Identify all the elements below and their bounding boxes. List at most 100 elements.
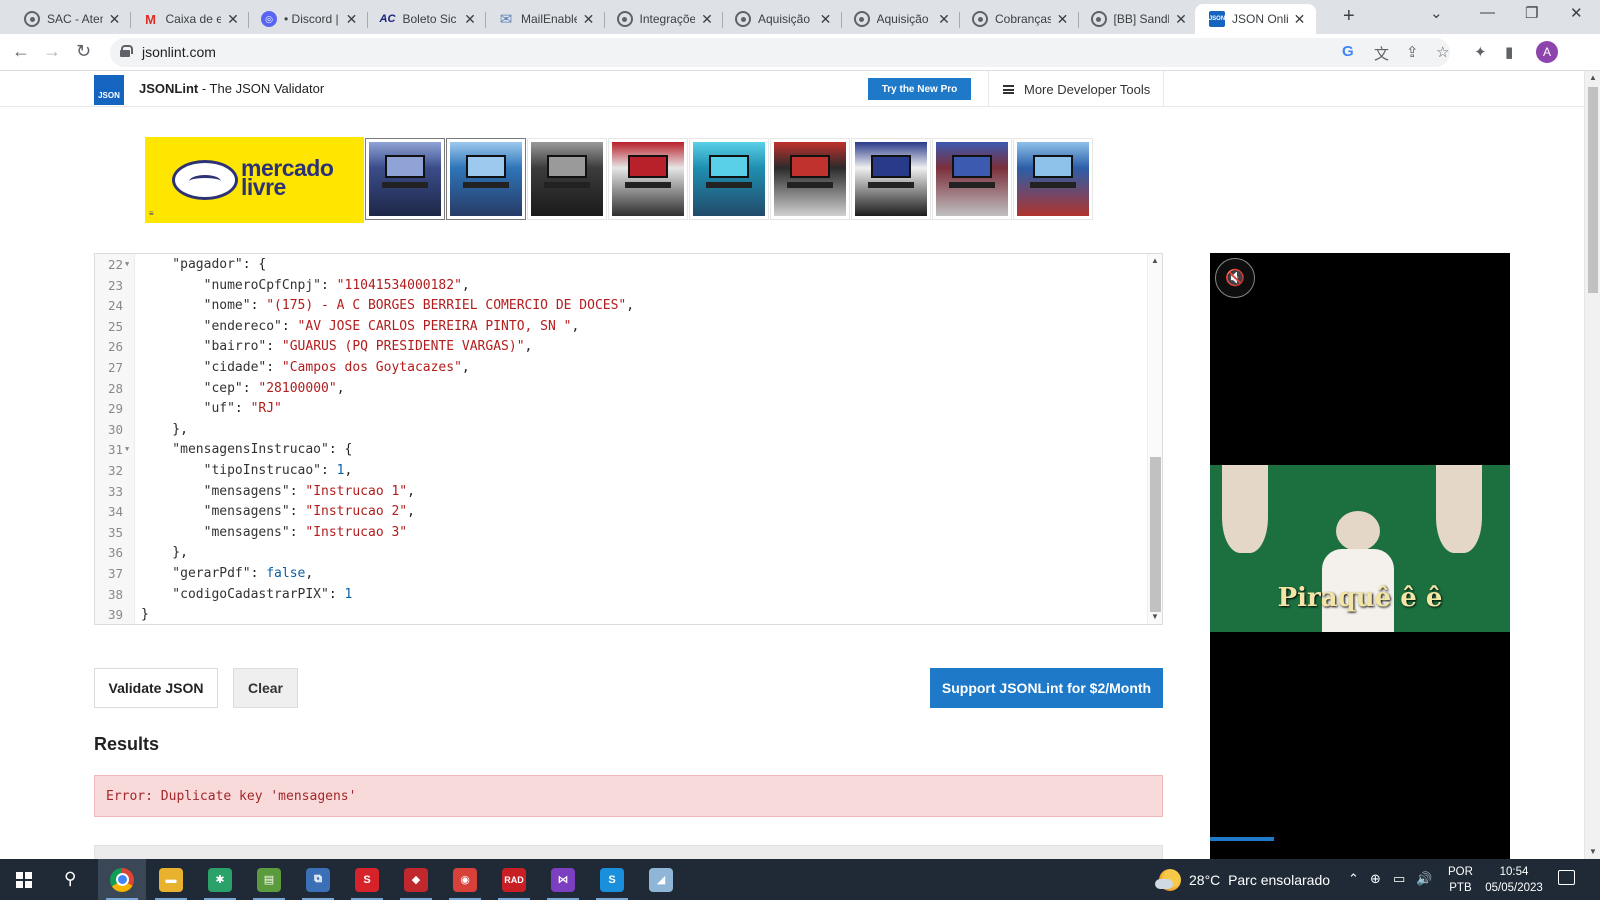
browser-tab[interactable]: ◎ • Discord | ✕	[247, 4, 368, 34]
page-scroll-thumb[interactable]	[1588, 87, 1598, 293]
product-thumbnail[interactable]	[527, 138, 607, 220]
code-text[interactable]: "cep": "28100000",	[141, 378, 345, 399]
code-text[interactable]: "pagador": {	[141, 254, 266, 275]
code-text[interactable]: "mensagens": "Instrucao 3"	[141, 522, 408, 543]
json-editor[interactable]: 22 ▼ "pagador": {23 "numeroCpfCnpj": "110…	[94, 253, 1163, 625]
close-tab-icon[interactable]: ✕	[462, 11, 478, 28]
taskbar-app-app-red[interactable]: ◆	[392, 859, 440, 900]
video-frame[interactable]: Piraquê ê ê	[1210, 465, 1510, 632]
code-text[interactable]: "cidade": "Campos dos Goytacazes",	[141, 357, 470, 378]
code-text[interactable]: "codigoCadastrarPIX": 1	[141, 584, 352, 605]
taskbar-app-excel-like[interactable]: ▤	[245, 859, 293, 900]
browser-tab[interactable]: JSON JSON Onli ✕	[1195, 4, 1316, 34]
product-thumbnail[interactable]	[365, 138, 445, 220]
url-text[interactable]: jsonlint.com	[142, 44, 216, 60]
code-line[interactable]: 33 "mensagens": "Instrucao 1",	[95, 481, 1135, 502]
fold-arrow-icon[interactable]: ▼	[125, 254, 129, 275]
close-tab-icon[interactable]: ✕	[1292, 11, 1308, 28]
reload-icon[interactable]: ↻	[76, 41, 91, 62]
maximize-icon[interactable]: ❐	[1525, 4, 1538, 22]
product-thumbnail[interactable]	[689, 138, 769, 220]
minimize-icon[interactable]: —	[1480, 4, 1495, 21]
search-icon[interactable]: ⚲	[64, 869, 76, 889]
code-text[interactable]: "bairro": "GUARUS (PQ PRESIDENTE VARGAS)…	[141, 336, 533, 357]
taskbar-app-notes[interactable]: ◢	[637, 859, 685, 900]
site-brand[interactable]: JSONLint - The JSON Validator	[139, 81, 324, 96]
code-text[interactable]: },	[141, 542, 188, 563]
code-line[interactable]: 28 "cep": "28100000",	[95, 378, 1135, 399]
browser-tab[interactable]: Aquisição ✕	[840, 4, 960, 34]
taskbar-app-app-s[interactable]: S	[343, 859, 391, 900]
support-jsonlint-button[interactable]: Support JSONLint for $2/Month	[930, 668, 1163, 708]
close-tab-icon[interactable]: ✕	[581, 11, 597, 28]
code-text[interactable]: "nome": "(175) - A C BORGES BERRIEL COME…	[141, 295, 634, 316]
product-thumbnail[interactable]	[608, 138, 688, 220]
translate-icon[interactable]: 文	[1374, 43, 1389, 64]
profile-avatar[interactable]: A	[1536, 41, 1558, 63]
mute-icon[interactable]: 🔇	[1215, 258, 1255, 298]
new-tab-button[interactable]: +	[1343, 5, 1355, 28]
code-line[interactable]: 38 "codigoCadastrarPIX": 1	[95, 584, 1135, 605]
product-thumbnail[interactable]	[1013, 138, 1093, 220]
page-scroll-up-icon[interactable]: ▲	[1589, 73, 1597, 82]
code-text[interactable]: "numeroCpfCnpj": "11041534000182",	[141, 275, 470, 296]
page-scrollbar[interactable]: ▲ ▼	[1584, 71, 1600, 859]
code-line[interactable]: 32 "tipoInstrucao": 1,	[95, 460, 1135, 481]
taskbar-app-explorer[interactable]: ▬	[147, 859, 195, 900]
code-text[interactable]: "uf": "RJ"	[141, 398, 282, 419]
taskbar-app-chrome[interactable]	[98, 859, 146, 900]
forward-icon[interactable]: →	[43, 41, 61, 62]
taskbar-app-slack[interactable]: ✱	[196, 859, 244, 900]
meet-now-icon[interactable]: ⊕	[1370, 871, 1381, 887]
browser-tab[interactable]: SAC - Aten ✕	[10, 4, 131, 34]
side-panel-icon[interactable]: ▮	[1505, 43, 1513, 61]
tab-search-chevron-icon[interactable]: ⌄	[1430, 4, 1443, 22]
network-icon[interactable]: ▭	[1393, 871, 1405, 887]
code-text[interactable]: "mensagensInstrucao": {	[141, 439, 352, 460]
jsonlint-logo[interactable]: JSON	[94, 75, 124, 105]
banner-ad[interactable]: mercado livre ≡	[145, 137, 1113, 223]
scroll-up-arrow-icon[interactable]: ▲	[1151, 256, 1159, 265]
code-line[interactable]: 23 "numeroCpfCnpj": "11041534000182",	[95, 275, 1135, 296]
code-line[interactable]: 30 },	[95, 419, 1135, 440]
browser-tab[interactable]: [BB] Sandb ✕	[1077, 4, 1197, 34]
code-text[interactable]: "mensagens": "Instrucao 2",	[141, 501, 415, 522]
taskbar-app-tool[interactable]: ⧉	[294, 859, 342, 900]
clear-button[interactable]: Clear	[233, 668, 298, 708]
browser-tab[interactable]: M Caixa de e ✕	[129, 4, 249, 34]
code-line[interactable]: 27 "cidade": "Campos dos Goytacazes",	[95, 357, 1135, 378]
fold-arrow-icon[interactable]: ▼	[125, 439, 129, 460]
lock-icon[interactable]	[120, 45, 133, 57]
code-text[interactable]: "gerarPdf": false,	[141, 563, 313, 584]
close-tab-icon[interactable]: ✕	[344, 11, 360, 28]
google-lens-icon[interactable]: G	[1342, 43, 1354, 60]
ad-choices-icon[interactable]: ≡	[149, 209, 154, 218]
code-text[interactable]: }	[141, 604, 149, 624]
product-thumbnail[interactable]	[851, 138, 931, 220]
mercado-livre-logo[interactable]: mercado livre ≡	[145, 137, 364, 223]
video-progress-bar[interactable]	[1210, 837, 1274, 841]
weather-widget[interactable]: 28°C Parc ensolarado	[1155, 869, 1330, 891]
taskbar-app-skype[interactable]: S	[588, 859, 636, 900]
close-window-icon[interactable]: ✕	[1570, 4, 1583, 22]
address-bar[interactable]: jsonlint.com G 文 ⇪ ☆	[110, 38, 1450, 67]
taskbar-app-delphi[interactable]: ◉	[441, 859, 489, 900]
taskbar-app-visual-studio[interactable]: ⋈	[539, 859, 587, 900]
notifications-icon[interactable]	[1558, 870, 1575, 885]
volume-icon[interactable]: 🔊	[1416, 871, 1432, 887]
validate-json-button[interactable]: Validate JSON	[94, 668, 218, 708]
bookmark-star-icon[interactable]: ☆	[1436, 43, 1449, 61]
close-tab-icon[interactable]: ✕	[936, 11, 952, 28]
windows-start-icon[interactable]	[16, 872, 32, 888]
code-line[interactable]: 26 "bairro": "GUARUS (PQ PRESIDENTE VARG…	[95, 336, 1135, 357]
code-line[interactable]: 34 "mensagens": "Instrucao 2",	[95, 501, 1135, 522]
code-text[interactable]: "tipoInstrucao": 1,	[141, 460, 353, 481]
input-language[interactable]: POR PTB	[1448, 864, 1473, 896]
product-thumbnail[interactable]	[446, 138, 526, 220]
code-line[interactable]: 39}	[95, 604, 1135, 624]
code-text[interactable]: "mensagens": "Instrucao 1",	[141, 481, 415, 502]
product-thumbnail[interactable]	[932, 138, 1012, 220]
video-ad[interactable]: 🔇 Piraquê ê ê	[1210, 253, 1510, 859]
editor-scroll-thumb[interactable]	[1150, 457, 1161, 612]
share-icon[interactable]: ⇪	[1406, 43, 1419, 61]
